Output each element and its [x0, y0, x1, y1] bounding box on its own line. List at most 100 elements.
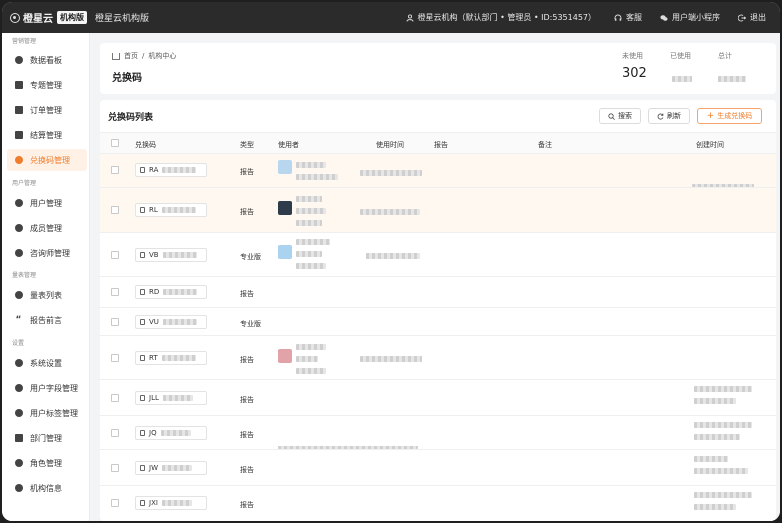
row-checkbox[interactable]	[111, 166, 119, 174]
code-cell[interactable]: RD	[135, 285, 207, 299]
sidebar-item-label: 成员管理	[30, 223, 62, 233]
miniapp-button[interactable]: 用户端小程序	[660, 12, 720, 23]
sidebar-item-dashboard[interactable]: 数据看板	[7, 49, 87, 71]
type-cell: 报告	[240, 356, 254, 364]
account-menu[interactable]: 橙星云机构（默认部门 • 管理员 • ID:5351457）	[406, 12, 596, 23]
sidebar-section-scales: 量表管理	[12, 272, 37, 279]
type-cell: 报告	[240, 396, 254, 404]
sidebar-item-label: 量表列表	[30, 290, 62, 300]
sidebar-item-topics[interactable]: 专题管理	[7, 74, 87, 96]
row-checkbox[interactable]	[111, 288, 119, 296]
select-all-checkbox[interactable]	[111, 139, 119, 147]
code-cell[interactable]: RA	[135, 163, 207, 177]
sidebar-item-users[interactable]: 用户管理	[7, 192, 87, 214]
sidebar-item-label: 系统设置	[30, 358, 62, 368]
document-icon	[14, 106, 23, 115]
created-time-redacted	[694, 422, 752, 428]
code-text: JQ	[149, 429, 157, 437]
row-checkbox[interactable]	[111, 354, 119, 362]
table-row[interactable]: JLL 报告	[100, 380, 776, 416]
row-checkbox[interactable]	[111, 206, 119, 214]
logout-label: 退出	[750, 13, 766, 22]
table-row[interactable]: RA 报告	[100, 154, 776, 188]
breadcrumb-home[interactable]: 首页	[124, 51, 138, 61]
code-cell[interactable]: JLL	[135, 391, 207, 405]
type-cell: 报告	[240, 290, 254, 298]
row-checkbox[interactable]	[111, 394, 119, 402]
sidebar-item-label: 数据看板	[30, 55, 62, 65]
sidebar-item-orders[interactable]: 订单管理	[7, 99, 87, 121]
sidebar-item-label: 结算管理	[30, 130, 62, 140]
top-bar: 橙星云 机构版 橙星云机构版 橙星云机构（默认部门 • 管理员 • ID:535…	[2, 2, 780, 33]
user-redacted	[296, 251, 322, 257]
sidebar-item-report-preface[interactable]: “ 报告前言	[7, 309, 87, 331]
logo[interactable]: 橙星云 机构版	[10, 10, 87, 25]
table-row[interactable]: JW 报告	[100, 450, 776, 486]
code-redacted	[161, 207, 196, 213]
code-cell[interactable]: VU	[135, 315, 207, 329]
table-row[interactable]: RL 报告	[100, 188, 776, 233]
logo-text: 橙星云	[23, 14, 53, 25]
code-cell[interactable]: RL	[135, 203, 207, 217]
code-redacted	[161, 500, 192, 506]
table-row[interactable]: VU 专业版	[100, 308, 776, 336]
sidebar-item-org-info[interactable]: 机构信息	[7, 477, 87, 499]
row-checkbox[interactable]	[111, 429, 119, 437]
quote-icon: “	[15, 315, 22, 325]
user-icon	[406, 13, 413, 22]
code-cell[interactable]: RT	[135, 351, 207, 365]
service-button[interactable]: 客服	[614, 12, 642, 23]
code-cell[interactable]: VB	[135, 248, 207, 262]
sidebar-item-scale-list[interactable]: 量表列表	[7, 284, 87, 306]
breadcrumb: 首页 / 机构中心	[112, 51, 176, 61]
copy-icon	[140, 430, 145, 436]
shield-icon	[14, 459, 23, 468]
org-icon	[14, 434, 23, 443]
sidebar-item-label: 用户字段管理	[30, 383, 78, 393]
row-checkbox[interactable]	[111, 499, 119, 507]
refresh-button[interactable]: 刷新	[648, 108, 690, 124]
sidebar-item-counselors[interactable]: 咨询师管理	[7, 242, 87, 264]
sidebar-item-label: 角色管理	[30, 458, 62, 468]
sidebar-item-departments[interactable]: 部门管理	[7, 427, 87, 449]
created-time-redacted	[694, 456, 728, 462]
type-cell: 报告	[240, 501, 254, 509]
table-row[interactable]: JQ 报告	[100, 416, 776, 450]
copy-icon	[140, 465, 145, 471]
plus-icon: +	[706, 111, 715, 121]
sidebar-item-settlement[interactable]: 结算管理	[7, 124, 87, 146]
table-row[interactable]: RT 报告	[100, 336, 776, 380]
row-checkbox[interactable]	[111, 251, 119, 259]
sidebar-item-system-settings[interactable]: 系统设置	[7, 352, 87, 374]
logout-button[interactable]: 退出	[738, 12, 766, 23]
table-row[interactable]: VB 专业版	[100, 233, 776, 277]
table-header: 兑换码 类型 使用者 使用时间 报告 备注 创建时间	[100, 132, 776, 154]
user-redacted	[296, 263, 326, 269]
search-button-label: 搜索	[618, 112, 632, 120]
table-row[interactable]: RD 报告	[100, 277, 776, 308]
row-checkbox[interactable]	[111, 464, 119, 472]
sidebar-item-members[interactable]: 成员管理	[7, 217, 87, 239]
search-icon	[608, 112, 615, 120]
generate-code-button[interactable]: + 生成兑换码	[697, 108, 762, 124]
list-icon	[14, 81, 23, 90]
sidebar-item-user-fields[interactable]: 用户字段管理	[7, 377, 87, 399]
user-redacted	[296, 368, 326, 374]
logout-icon	[738, 14, 746, 21]
code-text: RA	[149, 166, 159, 174]
code-cell[interactable]: JXI	[135, 496, 207, 510]
row-checkbox[interactable]	[111, 318, 119, 326]
code-cell[interactable]: JQ	[135, 426, 207, 440]
grid-icon	[14, 131, 23, 140]
table-row[interactable]: JXI 报告	[100, 486, 776, 521]
copy-icon	[140, 289, 145, 295]
stat-unused-value: 302	[622, 66, 647, 81]
search-button[interactable]: 搜索	[599, 108, 641, 124]
code-cell[interactable]: JW	[135, 461, 207, 475]
user-redacted	[296, 344, 326, 350]
account-label: 橙星云机构（默认部门 • 管理员 • ID:5351457）	[417, 13, 596, 22]
sidebar-item-redeem-codes[interactable]: 兑换码管理	[7, 149, 87, 171]
sidebar-item-roles[interactable]: 角色管理	[7, 452, 87, 474]
code-redacted	[161, 355, 196, 361]
sidebar-item-user-tags[interactable]: 用户标签管理	[7, 402, 87, 424]
